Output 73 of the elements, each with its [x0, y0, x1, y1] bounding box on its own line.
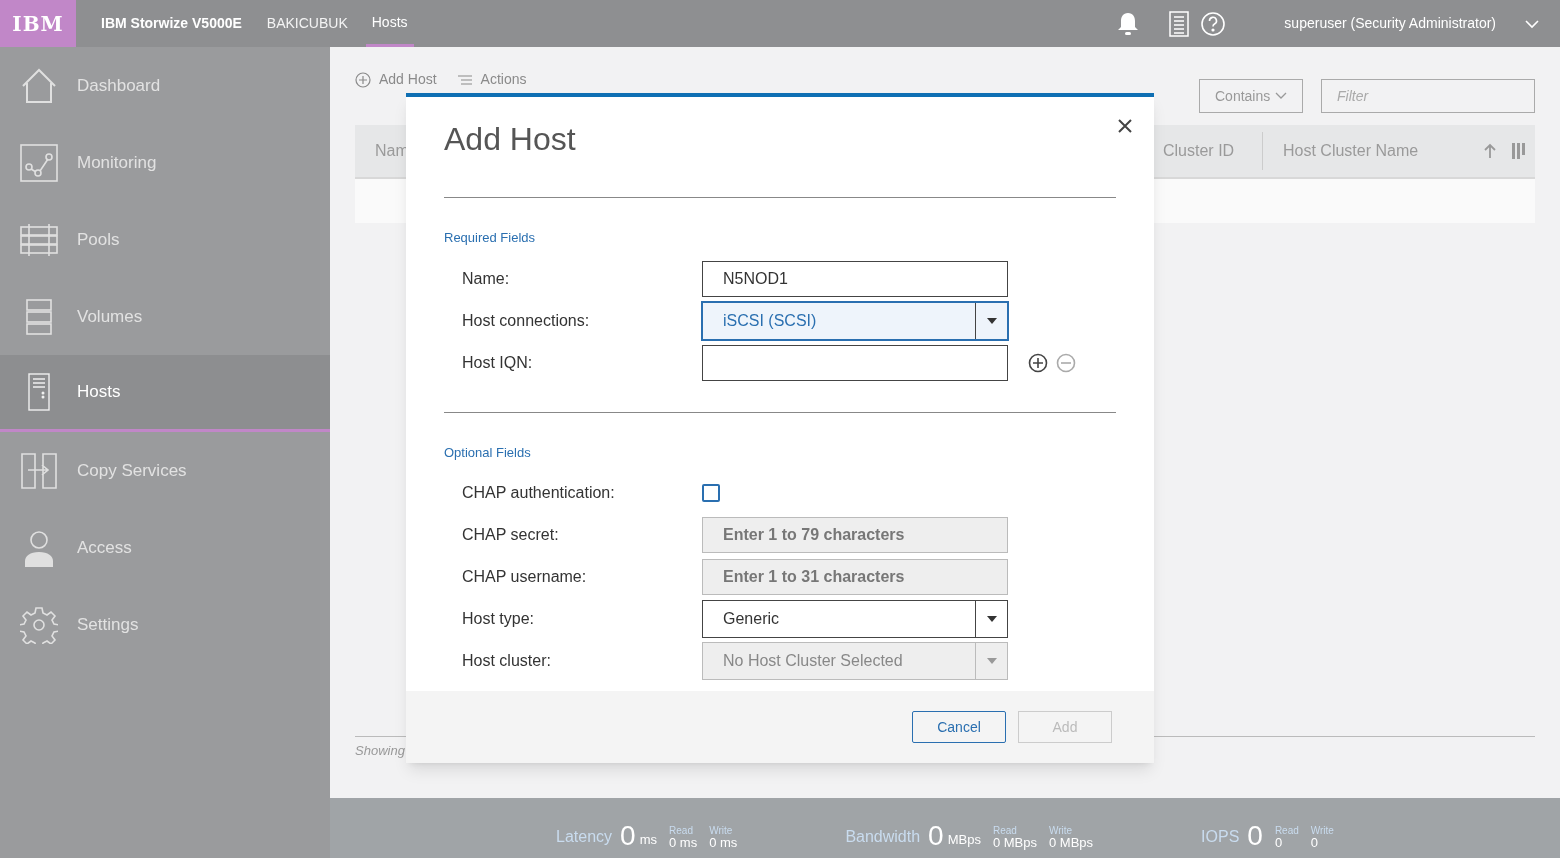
clipboard-icon	[1168, 9, 1191, 38]
list-icon	[456, 73, 473, 86]
metric-sub-value: 0 ms	[709, 836, 738, 850]
column-header[interactable]: Cluster ID	[1163, 132, 1263, 170]
dialog-title: Add Host	[444, 120, 576, 159]
logo[interactable]: IBM	[0, 0, 76, 47]
sidebar-item[interactable]: Monitoring	[0, 124, 330, 201]
metric-sub-value: 0 MBps	[1049, 836, 1094, 850]
actions-button[interactable]: Actions	[456, 69, 527, 90]
bell-icon	[1116, 10, 1141, 37]
system-name[interactable]: BAKICUBUK	[266, 13, 348, 34]
sidebar-item[interactable]: Volumes	[0, 278, 330, 355]
chevron-down-icon	[1275, 92, 1287, 100]
sidebar-item[interactable]: Settings	[0, 586, 330, 663]
plus-circle-icon	[355, 71, 371, 88]
sidebar-item[interactable]: Hosts	[0, 355, 330, 432]
checkbox[interactable]	[702, 484, 720, 502]
product-name: IBM Storwize V5000E	[101, 14, 242, 33]
field-label: CHAP secret:	[462, 525, 560, 545]
sidebar-item[interactable]: Dashboard	[0, 47, 330, 124]
metric-sub-value: 0	[1274, 836, 1284, 850]
line-graph-icon	[18, 142, 59, 183]
table-footer-text: Showing	[355, 741, 405, 760]
metric-label: Latency	[556, 827, 613, 847]
stacked-bars-icon	[18, 222, 59, 257]
metric-value: 0	[620, 822, 636, 850]
arrow-box-icon	[19, 451, 58, 490]
field-label: Host type:	[462, 609, 536, 629]
metric-value: 0	[1247, 822, 1263, 850]
metric-sub-label: Write	[1310, 825, 1334, 836]
server-icon	[27, 373, 50, 411]
chevron-down-icon	[1524, 18, 1540, 29]
metric-sub-value: 0	[1310, 836, 1319, 850]
stacked-boxes-icon	[24, 297, 53, 336]
metric-label: IOPS	[1201, 827, 1240, 847]
sidebar-item[interactable]: Copy Services	[0, 432, 330, 509]
metric-label: Bandwidth	[845, 827, 921, 847]
add-circle-button[interactable]	[1028, 352, 1048, 373]
metric-sub-label: Read	[1274, 825, 1299, 836]
sort-arrow-icon	[1483, 143, 1497, 159]
sidebar-item[interactable]: Pools	[0, 201, 330, 278]
user-menu[interactable]: superuser (Security Administrator)	[1284, 13, 1496, 34]
metric-sub-label: Write	[1049, 825, 1074, 836]
filter-field[interactable]: Filter	[1321, 79, 1535, 113]
help-icon	[1200, 10, 1227, 37]
field-label: Host cluster:	[462, 651, 552, 671]
metric-sub-value: 0 ms	[669, 836, 698, 850]
metric-sub-value: 0 MBps	[992, 836, 1037, 850]
filter-operator-dropdown[interactable]: Contains	[1199, 79, 1303, 113]
metric-sub-label: Write	[709, 825, 734, 836]
metric-sub-label: Read	[992, 825, 1018, 836]
gear-icon	[19, 605, 58, 644]
metric-value: 0	[928, 822, 944, 850]
metric-sub-label: Read	[669, 825, 694, 836]
text-field[interactable]	[702, 344, 1008, 381]
text-field[interactable]: N5NOD1	[702, 260, 1008, 297]
column-header[interactable]: Host Cluster Name	[1283, 139, 1483, 163]
dropdown[interactable]: Generic	[702, 600, 1008, 638]
field-label: Host connections:	[462, 310, 591, 331]
metric-unit: MBps	[947, 830, 981, 849]
nav-tab[interactable]: Hosts	[365, 0, 414, 47]
field-label: CHAP authentication:	[462, 483, 616, 503]
dropdown[interactable]: iSCSI (SCSI)	[702, 301, 1008, 340]
section-heading: Optional Fields	[444, 443, 532, 462]
person-icon	[23, 528, 54, 567]
add-host-button[interactable]: Add Host	[355, 69, 437, 90]
field-label: Host IQN:	[462, 352, 534, 373]
sidebar-item[interactable]: Access	[0, 509, 330, 586]
field-label: CHAP username:	[462, 567, 588, 587]
field-label: Name:	[462, 268, 511, 289]
cancel-button[interactable]: Cancel	[912, 711, 1006, 743]
metric-unit: ms	[639, 830, 658, 849]
section-heading: Required Fields	[444, 229, 537, 247]
